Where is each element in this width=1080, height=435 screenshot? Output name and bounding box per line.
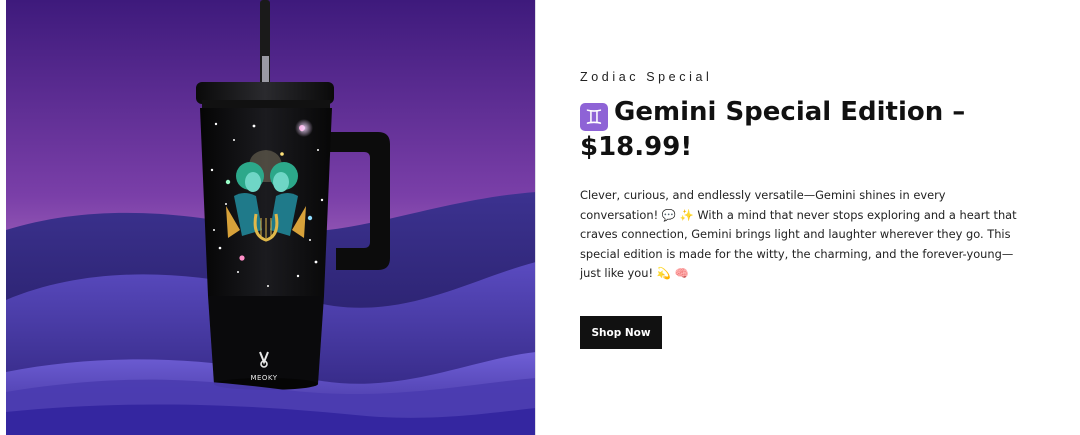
product-description: Clever, curious, and endlessly versatile… — [580, 188, 1017, 280]
product-content: Zodiac Special ♊ Gemini Special Edition –… — [580, 0, 1020, 435]
product-title-text: Gemini Special Edition – $18.99! — [580, 97, 966, 162]
shop-now-button[interactable]: Shop Now — [580, 316, 662, 349]
gemini-zodiac-icon: ♊ — [580, 103, 608, 131]
product-title: ♊ Gemini Special Edition – $18.99! — [580, 96, 1000, 163]
cup-base — [208, 296, 324, 384]
zodiac-feature-section: MEOKY Zodiac Special ♊ Gemini Special Edi… — [0, 0, 1080, 435]
hero-illustration: MEOKY — [6, 0, 535, 435]
product-hero-image: MEOKY — [6, 0, 536, 435]
eyebrow-label: Zodiac Special — [580, 70, 713, 84]
brand-mark: MEOKY — [250, 374, 277, 382]
cup-body — [200, 108, 332, 296]
straw-ring — [262, 56, 269, 86]
